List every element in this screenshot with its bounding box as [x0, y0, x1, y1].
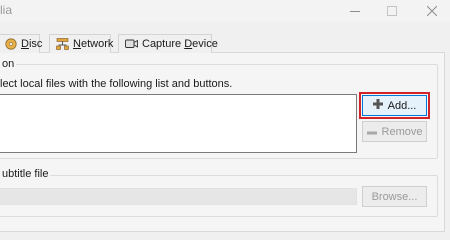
tab-label: Disc — [21, 38, 43, 50]
browse-button[interactable]: Browse... — [362, 186, 427, 207]
tab-label: Capture Device — [142, 38, 218, 50]
disc-icon — [5, 38, 17, 50]
tab-capture-device[interactable]: Capture Device — [118, 34, 218, 53]
close-button[interactable] — [412, 0, 450, 22]
add-button-label: Add... — [387, 99, 417, 112]
minimize-icon — [350, 11, 360, 12]
maximize-button[interactable] — [372, 0, 412, 22]
network-icon — [56, 38, 69, 50]
minus-icon — [366, 126, 377, 138]
browse-button-label: Browse... — [371, 190, 418, 203]
capture-device-icon — [125, 38, 138, 50]
remove-button-label: Remove — [381, 125, 423, 138]
maximize-icon — [387, 6, 397, 16]
tab-network[interactable]: Network — [49, 34, 114, 53]
file-selection-label: on — [0, 58, 17, 70]
file-selection-instructions: lect local files with the following list… — [0, 78, 233, 90]
subtitle-path-field[interactable] — [0, 188, 357, 205]
tab-label: Network — [73, 38, 114, 50]
add-button[interactable]: Add... — [362, 95, 427, 116]
subtitle-file-label: ubtitle file — [0, 168, 51, 180]
title-bar: lia — [0, 0, 450, 22]
minimize-button[interactable] — [335, 0, 375, 22]
close-icon — [427, 6, 437, 16]
remove-button[interactable]: Remove — [362, 121, 427, 142]
window-title: lia — [0, 3, 13, 17]
plus-icon — [372, 99, 383, 112]
tab-disc[interactable]: Disc — [0, 34, 43, 53]
file-list[interactable] — [0, 94, 357, 153]
